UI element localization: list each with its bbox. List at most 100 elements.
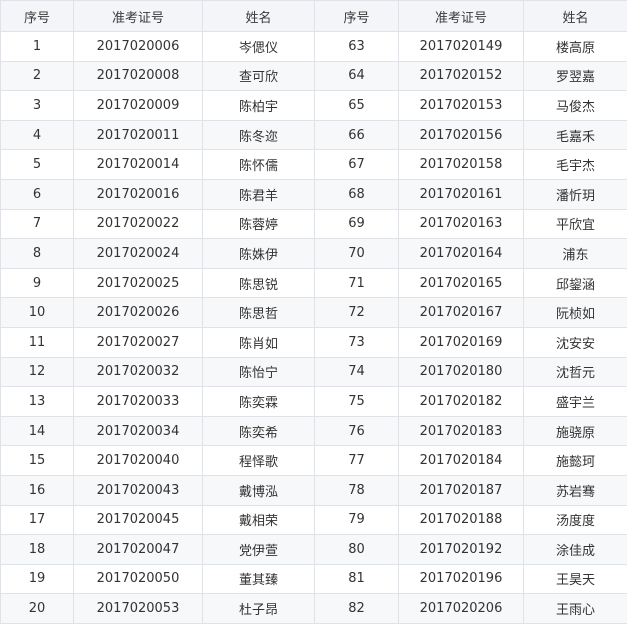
name-cell: 陈柏宇: [202, 90, 315, 121]
table-row: 4 2017020011 陈冬迩 66 2017020156 毛嘉禾: [0, 119, 627, 151]
name-cell: 浦东: [523, 238, 627, 269]
name-cell: 陈肖如: [202, 326, 315, 358]
header-row: 序号 准考证号 姓名 序号 准考证号 姓名: [0, 0, 627, 32]
table-row: 18 2017020047 党伊萱 80 2017020192 涂佳成: [0, 534, 627, 565]
name-cell: 毛宇杰: [523, 149, 627, 180]
seq-cell: 66: [314, 119, 399, 151]
exam-id-cell: 2017020169: [398, 326, 524, 358]
seq-cell: 17: [0, 504, 74, 536]
table-row: 10 2017020026 陈思哲 72 2017020167 阮桢如: [0, 297, 627, 328]
name-cell: 董其臻: [202, 563, 315, 595]
seq-cell: 8: [0, 238, 74, 269]
exam-id-cell: 2017020024: [73, 238, 203, 269]
table-row: 11 2017020027 陈肖如 73 2017020169 沈安安: [0, 326, 627, 358]
exam-id-cell: 2017020014: [73, 149, 203, 180]
seq-cell: 16: [0, 474, 74, 506]
seq-cell: 9: [0, 267, 74, 299]
exam-id-cell: 2017020192: [398, 534, 524, 565]
seq-cell: 82: [314, 593, 399, 624]
header-name: 姓名: [202, 0, 315, 32]
exam-id-cell: 2017020206: [398, 593, 524, 624]
seq-cell: 19: [0, 563, 74, 595]
exam-id-cell: 2017020027: [73, 326, 203, 358]
exam-id-cell: 2017020163: [398, 208, 524, 240]
exam-id-cell: 2017020033: [73, 386, 203, 417]
seq-cell: 12: [0, 356, 74, 388]
table-body: 1 2017020006 岑偲仪 63 2017020149 楼高原 2 2017020008…: [0, 31, 627, 624]
exam-id-cell: 2017020187: [398, 474, 524, 506]
name-cell: 邱鋆涵: [523, 267, 627, 299]
exam-id-cell: 2017020184: [398, 445, 524, 476]
seq-cell: 78: [314, 474, 399, 506]
exam-id-cell: 2017020008: [73, 60, 203, 92]
exam-id-cell: 2017020025: [73, 267, 203, 299]
exam-id-cell: 2017020196: [398, 563, 524, 595]
header-exam-id: 准考证号: [73, 0, 203, 32]
seq-cell: 6: [0, 178, 74, 210]
exam-id-cell: 2017020016: [73, 178, 203, 210]
table-row: 8 2017020024 陈姝伊 70 2017020164 浦东: [0, 238, 627, 269]
exam-roster-table: 序号 准考证号 姓名 序号 准考证号 姓名 1 2017020006 岑偲仪 63 20…: [0, 0, 627, 624]
name-cell: 陈姝伊: [202, 238, 315, 269]
seq-cell: 72: [314, 297, 399, 328]
table-row: 9 2017020025 陈思锐 71 2017020165 邱鋆涵: [0, 267, 627, 299]
table-row: 13 2017020033 陈奕霖 75 2017020182 盛宇兰: [0, 386, 627, 417]
exam-id-cell: 2017020047: [73, 534, 203, 565]
name-cell: 陈蓉婷: [202, 208, 315, 240]
seq-cell: 15: [0, 445, 74, 476]
name-cell: 楼高原: [523, 31, 627, 62]
seq-cell: 65: [314, 90, 399, 121]
exam-id-cell: 2017020053: [73, 593, 203, 624]
seq-cell: 20: [0, 593, 74, 624]
table-row: 19 2017020050 董其臻 81 2017020196 王昊天: [0, 563, 627, 595]
name-cell: 施懿珂: [523, 445, 627, 476]
seq-cell: 75: [314, 386, 399, 417]
header-name: 姓名: [523, 0, 627, 32]
seq-cell: 4: [0, 119, 74, 151]
name-cell: 陈怀儒: [202, 149, 315, 180]
exam-id-cell: 2017020009: [73, 90, 203, 121]
exam-id-cell: 2017020152: [398, 60, 524, 92]
name-cell: 陈冬迩: [202, 119, 315, 151]
name-cell: 陈怡宁: [202, 356, 315, 388]
seq-cell: 18: [0, 534, 74, 565]
name-cell: 盛宇兰: [523, 386, 627, 417]
seq-cell: 14: [0, 415, 74, 447]
exam-id-cell: 2017020164: [398, 238, 524, 269]
seq-cell: 74: [314, 356, 399, 388]
name-cell: 党伊萱: [202, 534, 315, 565]
table-header: 序号 准考证号 姓名 序号 准考证号 姓名: [0, 0, 627, 32]
name-cell: 陈思哲: [202, 297, 315, 328]
seq-cell: 70: [314, 238, 399, 269]
name-cell: 沈哲元: [523, 356, 627, 388]
seq-cell: 81: [314, 563, 399, 595]
name-cell: 马俊杰: [523, 90, 627, 121]
exam-id-cell: 2017020167: [398, 297, 524, 328]
seq-cell: 76: [314, 415, 399, 447]
name-cell: 陈思锐: [202, 267, 315, 299]
exam-id-cell: 2017020032: [73, 356, 203, 388]
name-cell: 汤度度: [523, 504, 627, 536]
name-cell: 平欣宜: [523, 208, 627, 240]
exam-id-cell: 2017020156: [398, 119, 524, 151]
seq-cell: 10: [0, 297, 74, 328]
seq-cell: 77: [314, 445, 399, 476]
name-cell: 陈奕霖: [202, 386, 315, 417]
name-cell: 岑偲仪: [202, 31, 315, 62]
exam-id-cell: 2017020182: [398, 386, 524, 417]
name-cell: 涂佳成: [523, 534, 627, 565]
exam-id-cell: 2017020183: [398, 415, 524, 447]
exam-id-cell: 2017020022: [73, 208, 203, 240]
name-cell: 戴博泓: [202, 474, 315, 506]
seq-cell: 63: [314, 31, 399, 62]
exam-id-cell: 2017020153: [398, 90, 524, 121]
table-row: 3 2017020009 陈柏宇 65 2017020153 马俊杰: [0, 90, 627, 121]
name-cell: 程怿歌: [202, 445, 315, 476]
name-cell: 罗翌嘉: [523, 60, 627, 92]
table-row: 14 2017020034 陈奕希 76 2017020183 施骁原: [0, 415, 627, 447]
exam-id-cell: 2017020180: [398, 356, 524, 388]
table-row: 6 2017020016 陈君羊 68 2017020161 潘忻玥: [0, 178, 627, 210]
name-cell: 陈奕希: [202, 415, 315, 447]
table-row: 7 2017020022 陈蓉婷 69 2017020163 平欣宜: [0, 208, 627, 240]
table-row: 2 2017020008 查可欣 64 2017020152 罗翌嘉: [0, 60, 627, 92]
